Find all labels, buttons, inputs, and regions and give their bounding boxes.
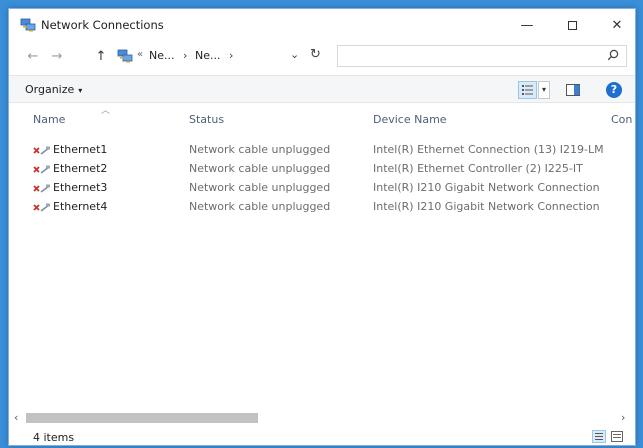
network-connections-icon bbox=[20, 18, 36, 32]
sort-ascending-icon: ︿ bbox=[101, 106, 111, 116]
refresh-button[interactable]: ↻ bbox=[310, 47, 321, 62]
search-icon[interactable] bbox=[607, 49, 619, 61]
help-icon[interactable]: ? bbox=[606, 82, 622, 98]
connection-status: Network cable unplugged bbox=[189, 200, 331, 213]
dropdown-recent-icon[interactable] bbox=[73, 48, 89, 66]
network-connections-icon bbox=[117, 49, 133, 63]
connection-name: Ethernet4 bbox=[53, 200, 108, 213]
minimize-icon: — bbox=[520, 17, 534, 33]
status-bar: 4 items bbox=[9, 427, 635, 446]
device-name: Intel(R) I210 Gigabit Network Connection bbox=[373, 200, 600, 213]
change-view-button[interactable] bbox=[518, 81, 537, 99]
chevron-right-icon[interactable]: › bbox=[229, 49, 233, 62]
close-icon: ✕ bbox=[611, 17, 623, 33]
list-item[interactable]: Ethernet3 Network cable unplugged Intel(… bbox=[9, 178, 635, 197]
maximize-icon bbox=[567, 20, 577, 30]
horizontal-scrollbar[interactable]: ‹ › bbox=[9, 410, 635, 426]
close-button[interactable]: ✕ bbox=[598, 9, 636, 41]
up-button[interactable]: ↑ bbox=[93, 48, 109, 66]
details-view-icon bbox=[595, 433, 603, 440]
connection-status: Network cable unplugged bbox=[189, 181, 331, 194]
item-count: 4 items bbox=[33, 431, 75, 444]
list-item[interactable]: Ethernet4 Network cable unplugged Intel(… bbox=[9, 197, 635, 216]
connection-name: Ethernet3 bbox=[53, 181, 108, 194]
maximize-button[interactable] bbox=[553, 9, 591, 41]
connection-status: Network cable unplugged bbox=[189, 143, 331, 156]
connection-name: Ethernet2 bbox=[53, 162, 108, 175]
connection-name: Ethernet1 bbox=[53, 143, 108, 156]
disconnected-adapter-icon bbox=[33, 165, 50, 174]
navigation-bar: ← → ↑ « Ne... › Ne... › ⌄ ↻ bbox=[9, 44, 635, 70]
address-bar[interactable]: « Ne... › Ne... › ⌄ ↻ bbox=[115, 45, 330, 67]
column-header-connectivity[interactable]: Con bbox=[611, 113, 632, 126]
address-overflow-icon[interactable]: « bbox=[137, 49, 143, 60]
list-item[interactable]: Ethernet2 Network cable unplugged Intel(… bbox=[9, 159, 635, 178]
forward-button[interactable]: → bbox=[49, 48, 65, 66]
organize-button[interactable]: Organize ▾ bbox=[25, 83, 82, 96]
device-name: Intel(R) Ethernet Controller (2) I225-IT bbox=[373, 162, 583, 175]
caret-down-icon: ▾ bbox=[78, 86, 83, 95]
device-name: Intel(R) I210 Gigabit Network Connection bbox=[373, 181, 600, 194]
disconnected-adapter-icon bbox=[33, 146, 50, 155]
large-icons-view-icon[interactable] bbox=[611, 431, 623, 442]
back-button[interactable]: ← bbox=[25, 48, 41, 66]
address-dropdown-icon[interactable]: ⌄ bbox=[290, 48, 299, 61]
view-dropdown-button[interactable]: ▾ bbox=[538, 81, 550, 99]
list-item[interactable]: Ethernet1 Network cable unplugged Intel(… bbox=[9, 140, 635, 159]
details-view-icon bbox=[522, 85, 533, 95]
chevron-right-icon[interactable]: › bbox=[183, 49, 187, 62]
minimize-button[interactable]: — bbox=[508, 9, 546, 41]
details-view-button[interactable] bbox=[592, 430, 606, 443]
scroll-right-icon[interactable]: › bbox=[621, 411, 625, 424]
connection-status: Network cable unplugged bbox=[189, 162, 331, 175]
organize-label: Organize bbox=[25, 83, 75, 96]
window-title: Network Connections bbox=[41, 18, 164, 32]
scrollbar-thumb[interactable] bbox=[26, 413, 258, 423]
breadcrumb-item-1[interactable]: Ne... bbox=[149, 49, 175, 62]
column-header-name[interactable]: Name bbox=[33, 113, 65, 126]
disconnected-adapter-icon bbox=[33, 184, 50, 193]
column-header-status[interactable]: Status bbox=[189, 113, 224, 126]
command-bar: Organize ▾ ▾ ? bbox=[9, 75, 635, 103]
breadcrumb-item-2[interactable]: Ne... bbox=[195, 49, 221, 62]
scroll-left-icon[interactable]: ‹ bbox=[14, 411, 18, 424]
title-bar: Network Connections — ✕ bbox=[9, 9, 635, 41]
disconnected-adapter-icon bbox=[33, 203, 50, 212]
preview-pane-icon[interactable] bbox=[566, 84, 580, 96]
device-name: Intel(R) Ethernet Connection (13) I219-L… bbox=[373, 143, 604, 156]
column-header-device-name[interactable]: Device Name bbox=[373, 113, 447, 126]
search-input[interactable] bbox=[337, 45, 627, 67]
explorer-window: Network Connections — ✕ ← → ↑ « Ne... › … bbox=[8, 8, 636, 446]
